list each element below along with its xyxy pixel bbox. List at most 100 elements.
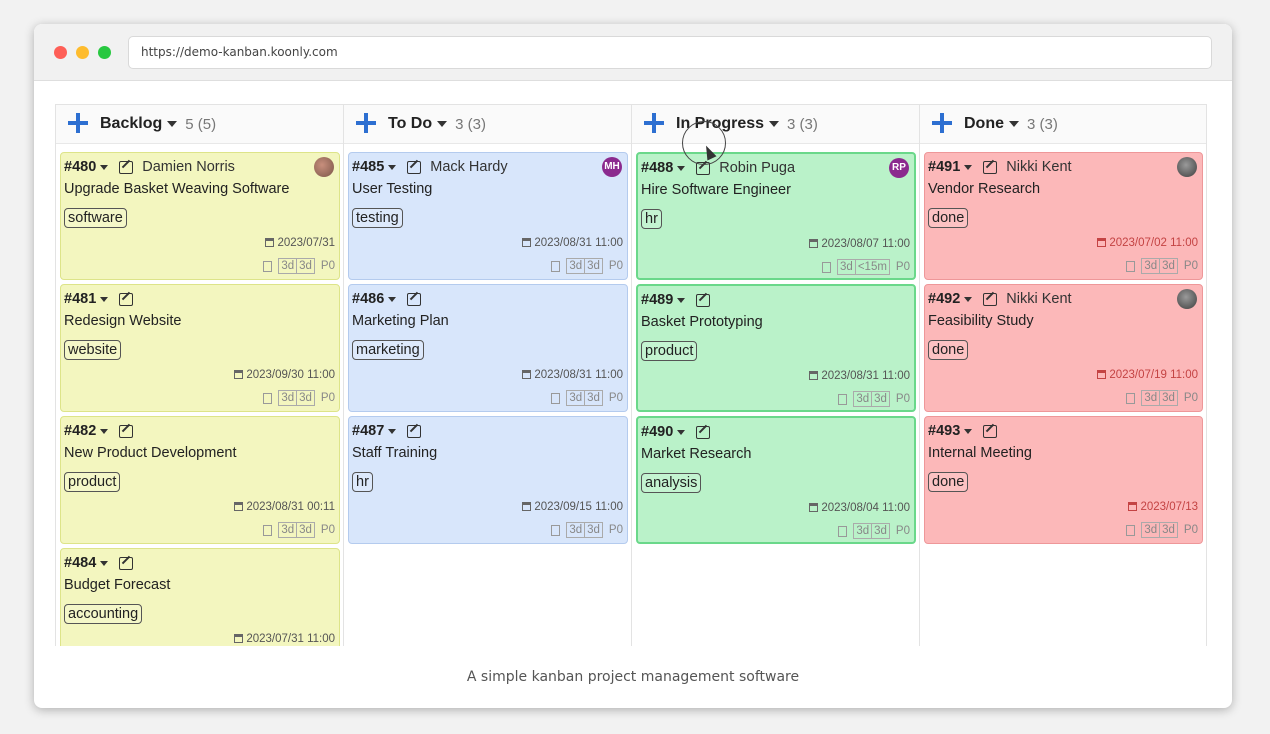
card-tag[interactable]: website <box>64 340 122 360</box>
task-card[interactable]: #489 Basket Prototyping product 2023/08/… <box>636 284 916 412</box>
card-id[interactable]: #486 <box>352 291 384 307</box>
column-title[interactable]: Done <box>964 115 1004 133</box>
card-tag[interactable]: hr <box>641 209 662 229</box>
task-card[interactable]: #493 Internal Meeting done 2023/07/13 3d… <box>924 416 1203 544</box>
attachment-icon[interactable] <box>263 260 273 272</box>
card-id[interactable]: #492 <box>928 291 960 307</box>
avatar[interactable]: RP <box>889 158 909 178</box>
card-tag[interactable]: analysis <box>641 473 702 493</box>
card-menu-caret-icon[interactable] <box>677 165 686 171</box>
task-card[interactable]: #480 Damien Norris Upgrade Basket Weavin… <box>60 152 340 280</box>
card-id[interactable]: #481 <box>64 291 96 307</box>
card-title[interactable]: User Testing <box>352 180 624 198</box>
edit-icon[interactable] <box>696 293 711 307</box>
edit-icon[interactable] <box>983 424 998 438</box>
card-menu-caret-icon[interactable] <box>100 428 109 434</box>
task-card[interactable]: #482 New Product Development product 202… <box>60 416 340 544</box>
card-menu-caret-icon[interactable] <box>964 296 973 302</box>
task-card[interactable]: #490 Market Research analysis 2023/08/04… <box>636 416 916 544</box>
minimize-window-button[interactable] <box>76 46 89 59</box>
card-tag[interactable]: done <box>928 472 969 492</box>
card-menu-caret-icon[interactable] <box>100 296 109 302</box>
card-title[interactable]: Hire Software Engineer <box>641 181 911 199</box>
add-card-icon[interactable] <box>356 113 378 135</box>
task-card[interactable]: #487 Staff Training hr 2023/09/15 11:00 … <box>348 416 628 544</box>
card-title[interactable]: Marketing Plan <box>352 312 624 330</box>
attachment-icon[interactable] <box>263 392 273 404</box>
edit-icon[interactable] <box>983 160 998 174</box>
column-menu-caret-icon[interactable] <box>769 121 780 127</box>
card-tag[interactable]: hr <box>352 472 373 492</box>
card-title[interactable]: Market Research <box>641 445 911 463</box>
address-bar[interactable]: https://demo-kanban.koonly.com <box>128 36 1212 69</box>
card-tag[interactable]: testing <box>352 208 403 228</box>
task-card[interactable]: #485 Mack Hardy MH User Testing testing … <box>348 152 628 280</box>
card-id[interactable]: #482 <box>64 423 96 439</box>
card-menu-caret-icon[interactable] <box>677 297 686 303</box>
attachment-icon[interactable] <box>551 260 561 272</box>
card-tag[interactable]: product <box>641 341 698 361</box>
card-title[interactable]: Staff Training <box>352 444 624 462</box>
task-card[interactable]: #486 Marketing Plan marketing 2023/08/31… <box>348 284 628 412</box>
card-title[interactable]: Internal Meeting <box>928 444 1199 462</box>
card-tag[interactable]: accounting <box>64 604 143 624</box>
card-menu-caret-icon[interactable] <box>964 428 973 434</box>
card-id[interactable]: #485 <box>352 159 384 175</box>
card-id[interactable]: #484 <box>64 555 96 571</box>
card-tag[interactable]: marketing <box>352 340 424 360</box>
card-id[interactable]: #480 <box>64 159 96 175</box>
card-tag[interactable]: software <box>64 208 127 228</box>
avatar[interactable] <box>314 157 334 177</box>
card-menu-caret-icon[interactable] <box>677 429 686 435</box>
add-card-icon[interactable] <box>644 113 666 135</box>
attachment-icon[interactable] <box>1126 524 1136 536</box>
close-window-button[interactable] <box>54 46 67 59</box>
card-menu-caret-icon[interactable] <box>100 164 109 170</box>
card-id[interactable]: #490 <box>641 424 673 440</box>
attachment-icon[interactable] <box>822 261 832 273</box>
card-title[interactable]: Vendor Research <box>928 180 1199 198</box>
edit-icon[interactable] <box>407 160 422 174</box>
edit-icon[interactable] <box>983 292 998 306</box>
card-title[interactable]: Feasibility Study <box>928 312 1199 330</box>
column-menu-caret-icon[interactable] <box>167 121 178 127</box>
card-menu-caret-icon[interactable] <box>100 560 109 566</box>
task-card[interactable]: #491 Nikki Kent Vendor Research done 202… <box>924 152 1203 280</box>
task-card[interactable]: #481 Redesign Website website 2023/09/30… <box>60 284 340 412</box>
column-title[interactable]: Backlog <box>100 115 162 133</box>
avatar[interactable] <box>1177 157 1197 177</box>
card-tag[interactable]: done <box>928 208 969 228</box>
card-id[interactable]: #487 <box>352 423 384 439</box>
edit-icon[interactable] <box>407 292 422 306</box>
edit-icon[interactable] <box>119 556 134 570</box>
attachment-icon[interactable] <box>838 393 848 405</box>
edit-icon[interactable] <box>407 424 422 438</box>
column-menu-caret-icon[interactable] <box>437 121 448 127</box>
card-title[interactable]: Basket Prototyping <box>641 313 911 331</box>
card-id[interactable]: #491 <box>928 159 960 175</box>
card-title[interactable]: Upgrade Basket Weaving Software <box>64 180 336 198</box>
edit-icon[interactable] <box>119 424 134 438</box>
avatar[interactable] <box>1177 289 1197 309</box>
attachment-icon[interactable] <box>551 392 561 404</box>
card-menu-caret-icon[interactable] <box>964 164 973 170</box>
attachment-icon[interactable] <box>1126 260 1136 272</box>
card-title[interactable]: New Product Development <box>64 444 336 462</box>
add-card-icon[interactable] <box>932 113 954 135</box>
column-title[interactable]: To Do <box>388 115 432 133</box>
card-tag[interactable]: product <box>64 472 121 492</box>
edit-icon[interactable] <box>119 160 134 174</box>
card-menu-caret-icon[interactable] <box>388 296 397 302</box>
avatar[interactable]: MH <box>602 157 622 177</box>
attachment-icon[interactable] <box>1126 392 1136 404</box>
card-title[interactable]: Redesign Website <box>64 312 336 330</box>
task-card[interactable]: #484 Budget Forecast accounting 2023/07/… <box>60 548 340 646</box>
column-menu-caret-icon[interactable] <box>1009 121 1019 127</box>
attachment-icon[interactable] <box>263 524 273 536</box>
attachment-icon[interactable] <box>838 525 848 537</box>
task-card[interactable]: #492 Nikki Kent Feasibility Study done 2… <box>924 284 1203 412</box>
card-tag[interactable]: done <box>928 340 969 360</box>
edit-icon[interactable] <box>696 425 711 439</box>
card-id[interactable]: #489 <box>641 292 673 308</box>
task-card[interactable]: #488 Robin Puga RP Hire Software Enginee… <box>636 152 916 280</box>
